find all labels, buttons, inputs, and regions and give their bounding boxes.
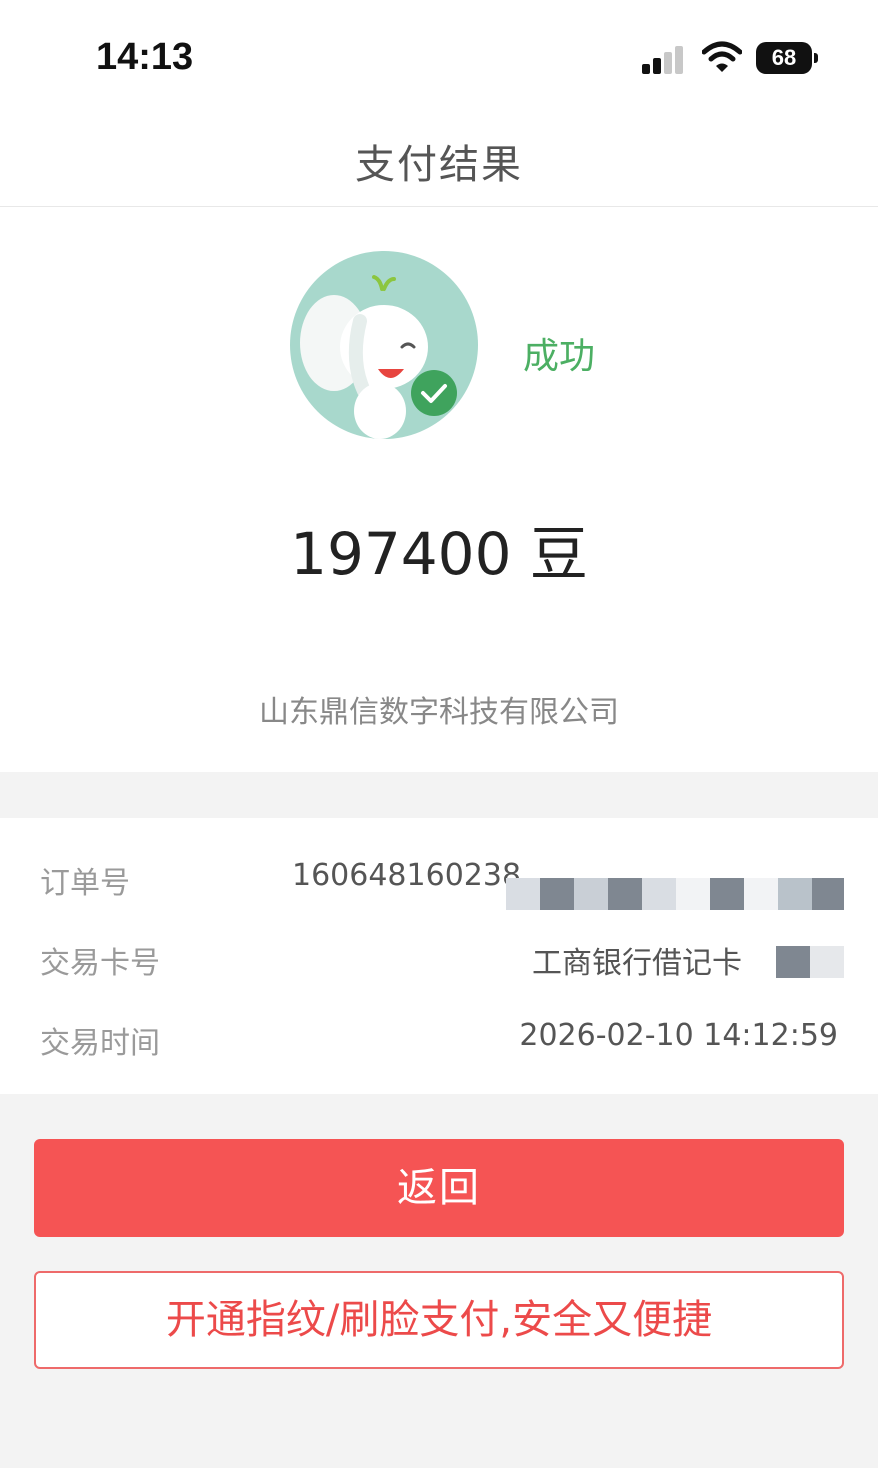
transaction-details: 订单号 160648160238 交易卡号 工商银行借记卡 交易时间 2026-… (0, 818, 878, 1094)
card-value: 工商银行借记卡 (532, 946, 742, 981)
enable-biometric-pay-button[interactable]: 开通指纹/刷脸支付,安全又便捷 (34, 1271, 844, 1369)
page-title: 支付结果 (355, 142, 523, 188)
order-number: 160648160238 (292, 858, 522, 893)
detail-row-card: 交易卡号 工商银行借记卡 (0, 928, 878, 988)
card-label: 交易卡号 (40, 946, 160, 981)
order-label: 订单号 (40, 866, 130, 901)
time-value: 2026-02-10 14:12:59 (519, 1018, 838, 1053)
nav-bar: 支付结果 (0, 110, 878, 207)
payment-unit: 豆 (529, 520, 588, 588)
payment-result-card: 成功 197400 豆 山东鼎信数字科技有限公司 (0, 207, 878, 772)
payment-status: 成功 (523, 336, 596, 377)
battery-icon: 68 (756, 42, 812, 74)
status-time: 14:13 (96, 36, 194, 78)
detail-row-order: 订单号 160648160238 (0, 848, 878, 910)
payment-amount: 197400 (290, 520, 512, 588)
redacted-mosaic (506, 878, 844, 910)
battery-tip (814, 53, 818, 63)
payment-amount-row: 197400 豆 (0, 507, 878, 591)
back-button[interactable]: 返回 (34, 1139, 844, 1237)
cellular-signal-icon (642, 44, 688, 74)
merchant-name: 山东鼎信数字科技有限公司 (259, 695, 619, 730)
wifi-icon (702, 41, 742, 72)
elephant-mascot-icon (290, 251, 478, 439)
redacted-mosaic (776, 946, 844, 978)
status-bar: 14:13 68 (0, 0, 878, 110)
detail-row-time: 交易时间 2026-02-10 14:12:59 (0, 1008, 878, 1068)
time-label: 交易时间 (40, 1026, 160, 1061)
